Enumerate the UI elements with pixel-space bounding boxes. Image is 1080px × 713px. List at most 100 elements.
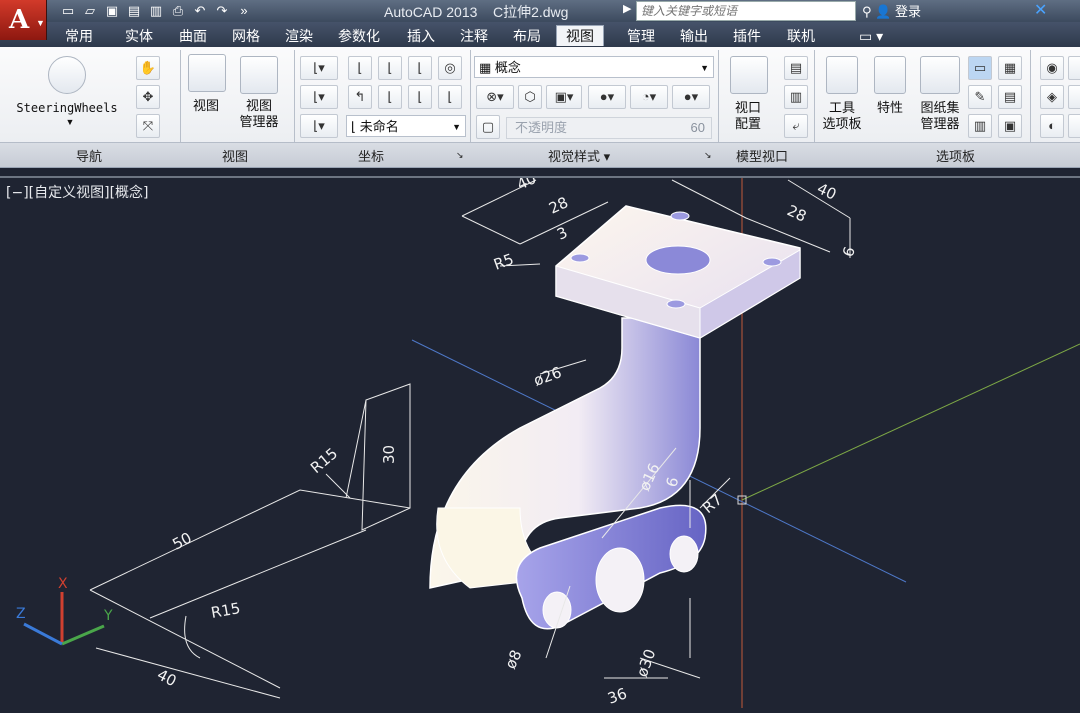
visual-style-dropdown[interactable]: ▦ 概念 ▼	[474, 56, 714, 78]
user-interface-icon[interactable]: ◉	[1040, 56, 1064, 80]
tab-parametric[interactable]: 参数化	[329, 26, 389, 46]
pipe-model[interactable]	[429, 205, 801, 630]
viewport-config-icon[interactable]	[730, 56, 768, 94]
ucs-icon[interactable]: ⌊▾	[300, 56, 338, 80]
open-file-icon[interactable]: ▱	[82, 4, 98, 18]
sheet-set-label-1[interactable]: 图纸集	[920, 100, 959, 115]
save-icon[interactable]: ▣	[104, 4, 120, 18]
tab-layout[interactable]: 布局	[504, 26, 550, 46]
panel-visual-styles-label[interactable]: 视觉样式	[548, 149, 600, 164]
tab-render[interactable]: 渲染	[276, 26, 322, 46]
opacity-slider[interactable]: 不透明度 60	[506, 117, 712, 139]
view-manager-label-1[interactable]: 视图	[246, 98, 272, 113]
viewport-config-label-1[interactable]: 视口	[735, 100, 761, 115]
view-label[interactable]: 视图	[184, 98, 228, 114]
pan-icon[interactable]: ✋	[136, 56, 160, 80]
db-connect-icon[interactable]: ▥	[968, 114, 992, 138]
ucs-y-icon[interactable]: ⌊	[408, 56, 432, 80]
model-canvas[interactable]: 40 28 40 28 3 R5 6 ø26 R15 30 ø16 6 R7 5…	[0, 169, 1080, 708]
tab-solid[interactable]: 实体	[116, 26, 162, 46]
panel-navigate[interactable]: 导航	[76, 146, 102, 165]
print-icon[interactable]: ⎙	[170, 4, 186, 18]
tab-mesh[interactable]: 网格	[223, 26, 269, 46]
quick-view-icon[interactable]: ◐	[1040, 114, 1064, 138]
workspace-toggle-icon[interactable]: ▭ ▾	[850, 26, 892, 46]
sheet-set-icon[interactable]	[920, 56, 960, 94]
panel-coordinates[interactable]: 坐标	[358, 146, 384, 165]
undo-icon[interactable]: ↶	[192, 4, 208, 18]
coordinates-launcher-icon[interactable]: ↘	[456, 150, 464, 161]
redo-icon[interactable]: ↷	[214, 4, 230, 18]
shadow-style-icon[interactable]: ▣▾	[546, 85, 582, 109]
view-manager-label-2[interactable]: 管理器	[239, 114, 278, 129]
more-left-icon-3[interactable]	[1068, 114, 1080, 138]
sphere-icon[interactable]: ●▾	[672, 85, 710, 109]
sheet-set-label-2[interactable]: 管理器	[920, 116, 959, 131]
tab-insert[interactable]: 插入	[398, 26, 444, 46]
face-style-icon[interactable]: ⬡	[518, 85, 542, 109]
tool-palette-icon[interactable]	[826, 56, 858, 94]
steering-wheels-icon[interactable]	[48, 56, 86, 94]
ucs-previous-icon[interactable]: ↰	[348, 85, 372, 109]
sheet-layout-icon[interactable]: ◈	[1040, 85, 1064, 109]
panel-views[interactable]: 视图	[222, 146, 248, 165]
join-viewports-icon[interactable]: ▥	[784, 85, 808, 109]
panel-model-viewports[interactable]: 模型视口	[736, 146, 788, 165]
login-area[interactable]: ⚲ 👤 登录	[862, 1, 921, 20]
drawing-viewport[interactable]: [−][自定义视图][概念] 40 28 40 28 3 R5 6 ø26 R1…	[0, 169, 1080, 708]
orbit-icon[interactable]: ✥	[136, 85, 160, 109]
ucs-world-icon[interactable]: ⌊▾	[300, 114, 338, 138]
ucs-face-icon[interactable]: ⌊	[438, 85, 462, 109]
ucs-3point-icon[interactable]: ⌊	[348, 56, 372, 80]
markup-icon[interactable]: ✎	[968, 85, 992, 109]
more-left-icon-2[interactable]	[1068, 85, 1080, 109]
tab-view[interactable]: 视图	[556, 25, 604, 46]
tab-output[interactable]: 输出	[671, 26, 717, 46]
plot-publish-icon[interactable]: ▥	[148, 4, 164, 18]
view-manager-icon[interactable]	[240, 56, 278, 94]
tool-palette-label-2[interactable]: 选项板	[822, 116, 861, 131]
tool-palette-label-1[interactable]: 工具	[829, 100, 855, 115]
properties-icon[interactable]	[874, 56, 906, 94]
material-color-icon[interactable]: ●▾	[588, 85, 626, 109]
ucs-zaxis-icon[interactable]: ⌊	[408, 85, 432, 109]
search-expand-icon[interactable]: ▶	[623, 2, 631, 15]
calculator-icon[interactable]: ▤	[998, 85, 1022, 109]
tab-home[interactable]: 常用	[56, 26, 102, 46]
properties-label[interactable]: 特性	[870, 100, 910, 116]
exchange-icon[interactable]: ✕	[1034, 0, 1047, 20]
ucs-x-icon[interactable]: ⌊	[378, 56, 402, 80]
search-box[interactable]	[636, 1, 856, 21]
named-viewports-icon[interactable]: ▤	[784, 56, 808, 80]
ucs-origin-icon[interactable]: ⌊▾	[300, 85, 338, 109]
tab-surface[interactable]: 曲面	[170, 26, 216, 46]
more-left-icon[interactable]	[1068, 56, 1080, 80]
save-as-icon[interactable]: ▤	[126, 4, 142, 18]
steering-wheels-dropdown-icon[interactable]: ▼	[60, 114, 80, 130]
opacity-icon[interactable]: ▢	[476, 115, 500, 139]
panel-palettes[interactable]: 选项板	[936, 146, 975, 165]
tab-online[interactable]: 联机	[778, 26, 824, 46]
restore-viewport-icon[interactable]: ⤶	[784, 114, 808, 138]
zoom-extents-icon[interactable]: ⤧	[136, 114, 160, 138]
ucs-view-icon[interactable]: ⌊	[378, 85, 402, 109]
binoculars-icon[interactable]: ⚲	[862, 4, 872, 19]
viewport-config-label-2[interactable]: 配置	[735, 116, 761, 131]
layers-icon[interactable]: ▣	[998, 114, 1022, 138]
tab-plugins[interactable]: 插件	[724, 26, 770, 46]
more-icon[interactable]: »	[236, 4, 252, 18]
design-center-icon[interactable]: ▦	[998, 56, 1022, 80]
command-line-icon[interactable]: ▭	[968, 56, 992, 80]
view-cube-icon[interactable]	[188, 54, 226, 92]
ucs-z-icon[interactable]: ◎	[438, 56, 462, 80]
tab-annotate[interactable]: 注释	[451, 26, 497, 46]
login-label[interactable]: 登录	[895, 4, 921, 19]
edge-style-icon[interactable]: ⊗▾	[476, 85, 514, 109]
panel-visual-styles[interactable]: 视觉样式 ▾	[548, 146, 610, 165]
application-menu-button[interactable]: A ▼	[0, 0, 47, 40]
ucs-name-dropdown[interactable]: ⌊ 未命名 ▼	[346, 115, 466, 137]
new-file-icon[interactable]: ▭	[60, 4, 76, 18]
visual-styles-launcher-icon[interactable]: ↘	[704, 150, 712, 161]
search-input[interactable]	[637, 3, 845, 19]
tab-manage[interactable]: 管理	[618, 26, 664, 46]
